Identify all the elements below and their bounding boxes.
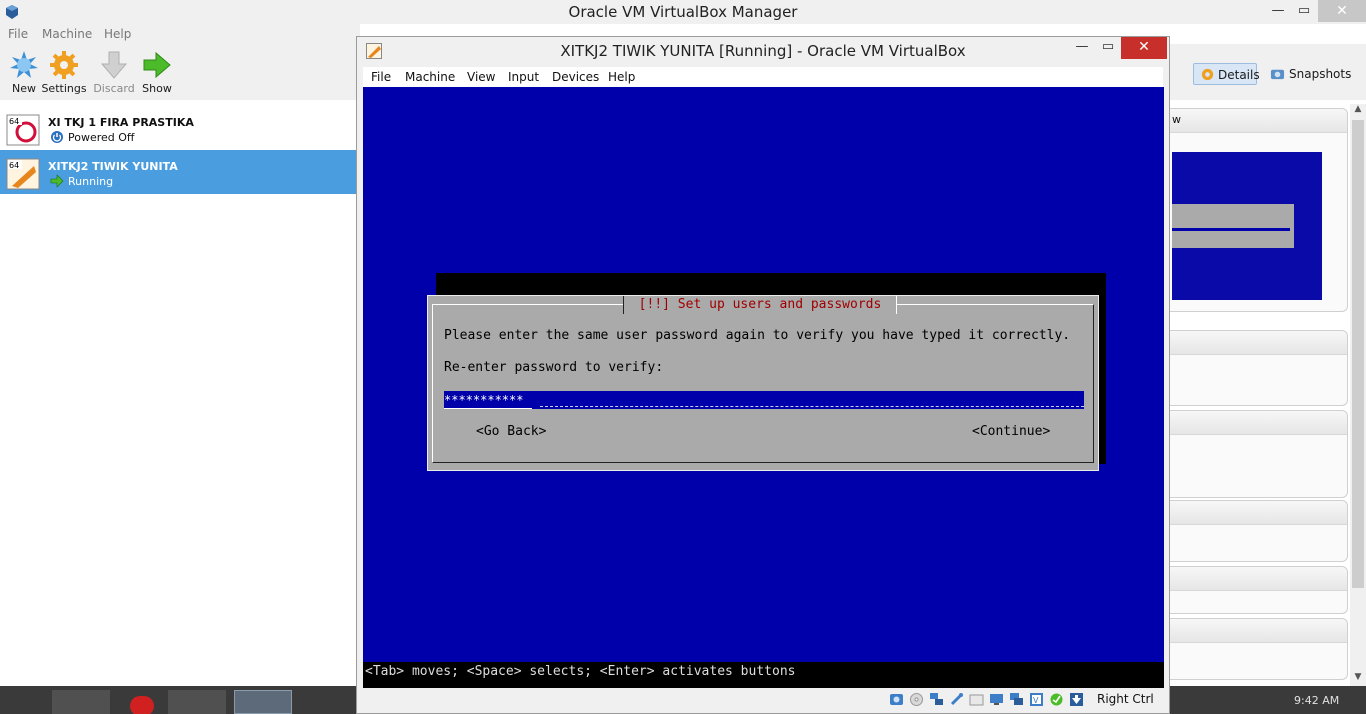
gear-icon (1201, 68, 1214, 81)
camera-icon (1270, 69, 1285, 80)
vm-list-item-fira[interactable]: 64 XI TKJ 1 FIRA PRASTIKA Powered Off (0, 106, 356, 150)
os-bits-badge: 64 (9, 161, 19, 170)
close-button[interactable]: ✕ (1318, 0, 1366, 22)
vm-state: Running (68, 175, 114, 188)
scroll-down-arrow-icon[interactable]: ▼ (1350, 672, 1366, 686)
vm-window-title: XITKJ2 TIWIK YUNITA [Running] - Oracle V… (560, 42, 966, 60)
vm-menu-help[interactable]: Help (608, 70, 635, 84)
right-arrow-icon (143, 51, 171, 79)
details-view-button[interactable]: Details (1193, 63, 1260, 85)
vm-window: XITKJ2 TIWIK YUNITA [Running] - Oracle V… (356, 36, 1170, 714)
vm-name: XI TKJ 1 FIRA PRASTIKA (48, 116, 194, 129)
preview-thumbnail (1172, 152, 1322, 300)
minimize-button[interactable]: — (1264, 0, 1292, 22)
display-icon[interactable] (989, 692, 1004, 707)
preview-panel-header[interactable]: w (1170, 109, 1347, 133)
vm-list: 64 XI TKJ 1 FIRA PRASTIKA Powered Off 64… (0, 100, 356, 686)
vm-name: XITKJ2 TIWIK YUNITA (48, 160, 178, 173)
guest-additions-icon[interactable] (1049, 692, 1064, 707)
host-key-indicator[interactable]: Right Ctrl (1097, 692, 1154, 706)
vm-titlebar: XITKJ2 TIWIK YUNITA [Running] - Oracle V… (357, 37, 1169, 63)
vm-statusbar: V Right Ctrl (363, 688, 1163, 710)
cpu-icon[interactable]: V (1029, 692, 1044, 707)
taskbar-item[interactable] (130, 696, 154, 714)
taskbar-item-virtualbox[interactable] (234, 690, 292, 714)
vm-maximize-button[interactable]: ▭ (1095, 37, 1121, 59)
network-icon[interactable] (929, 692, 944, 707)
details-label: Details (1218, 68, 1260, 82)
manager-menubar: File Machine Help (0, 24, 360, 44)
optical-drive-icon[interactable] (909, 692, 924, 707)
debian-os-icon: 64 (6, 114, 40, 146)
power-off-icon (51, 131, 63, 143)
gear-icon (50, 51, 78, 79)
scroll-up-arrow-icon[interactable]: ▲ (1350, 104, 1366, 118)
vm-minimize-button[interactable]: — (1069, 37, 1095, 59)
go-back-button[interactable]: <Go Back> (476, 424, 546, 439)
storage-panel (1170, 566, 1348, 614)
svg-text:V: V (1033, 696, 1039, 705)
vm-menu-machine[interactable]: Machine (405, 70, 455, 84)
vm-menu-file[interactable]: File (371, 70, 391, 84)
show-label: Show (142, 82, 172, 95)
dialog-message: Please enter the same user password agai… (444, 328, 1071, 343)
discard-button[interactable]: Discard (90, 50, 138, 100)
taskbar-item[interactable] (52, 690, 110, 714)
preview-panel-title: w (1172, 113, 1181, 126)
new-starburst-icon (10, 51, 38, 78)
vm-close-button[interactable]: ✕ (1121, 37, 1167, 59)
password-verify-value: *********** (444, 391, 532, 409)
vm-menubar: File Machine View Input Devices Help (363, 67, 1163, 87)
menu-file[interactable]: File (8, 27, 28, 41)
os-bits-badge: 64 (9, 117, 19, 126)
video-capture-icon[interactable] (1009, 692, 1024, 707)
system-panel-header[interactable] (1170, 411, 1347, 435)
password-verify-label: Re-enter password to verify: (444, 360, 664, 375)
details-scroll-thumb[interactable] (1352, 120, 1364, 588)
taskbar-clock[interactable]: 9:42 AM (1294, 694, 1339, 707)
installer-help-line: <Tab> moves; <Space> selects; <Enter> ac… (363, 662, 1164, 682)
display-panel (1170, 500, 1348, 562)
menu-help[interactable]: Help (104, 27, 131, 41)
system-panel (1170, 410, 1348, 498)
show-button[interactable]: Show (133, 50, 181, 100)
display-panel-header[interactable] (1170, 501, 1347, 525)
shared-folder-icon[interactable] (969, 692, 984, 707)
snapshots-label: Snapshots (1289, 67, 1352, 81)
running-arrow-icon (50, 174, 64, 188)
general-panel-header[interactable] (1170, 331, 1347, 355)
maximize-button[interactable]: ▭ (1290, 0, 1318, 22)
audio-panel-header[interactable] (1170, 619, 1347, 643)
discard-label: Discard (93, 82, 135, 95)
taskbar-item[interactable] (168, 690, 226, 714)
audio-panel (1170, 618, 1348, 680)
guest-display[interactable]: [!!] Set up users and passwords Please e… (363, 87, 1164, 688)
usb-icon[interactable] (949, 692, 964, 707)
installer-dialog: [!!] Set up users and passwords Please e… (427, 295, 1099, 471)
general-panel (1170, 330, 1348, 406)
ubuntu-os-icon: 64 (6, 158, 40, 190)
vm-menu-view[interactable]: View (467, 70, 495, 84)
settings-button[interactable]: Settings (40, 50, 88, 100)
preview-dialog (1172, 204, 1294, 248)
password-verify-field[interactable]: *********** (444, 391, 1084, 409)
storage-panel-header[interactable] (1170, 567, 1347, 591)
settings-label: Settings (41, 82, 87, 95)
vm-menu-devices[interactable]: Devices (552, 70, 599, 84)
dialog-title: [!!] Set up users and passwords (623, 296, 897, 314)
manager-title: Oracle VM VirtualBox Manager (568, 3, 798, 21)
vm-state: Powered Off (68, 131, 135, 144)
hard-disk-icon[interactable] (889, 692, 904, 707)
password-field-underline (540, 406, 1084, 407)
manager-titlebar: Oracle VM VirtualBox Manager — ▭ ✕ (0, 0, 1366, 24)
vm-menu-input[interactable]: Input (508, 70, 539, 84)
snapshots-view-button[interactable]: Snapshots (1268, 64, 1352, 84)
mouse-integration-icon[interactable] (1069, 692, 1084, 707)
down-arrow-icon (100, 51, 128, 79)
vm-list-item-tiwik[interactable]: 64 XITKJ2 TIWIK YUNITA Running (0, 150, 356, 194)
preview-field (1172, 228, 1290, 231)
menu-machine[interactable]: Machine (42, 27, 92, 41)
continue-button[interactable]: <Continue> (972, 424, 1050, 439)
